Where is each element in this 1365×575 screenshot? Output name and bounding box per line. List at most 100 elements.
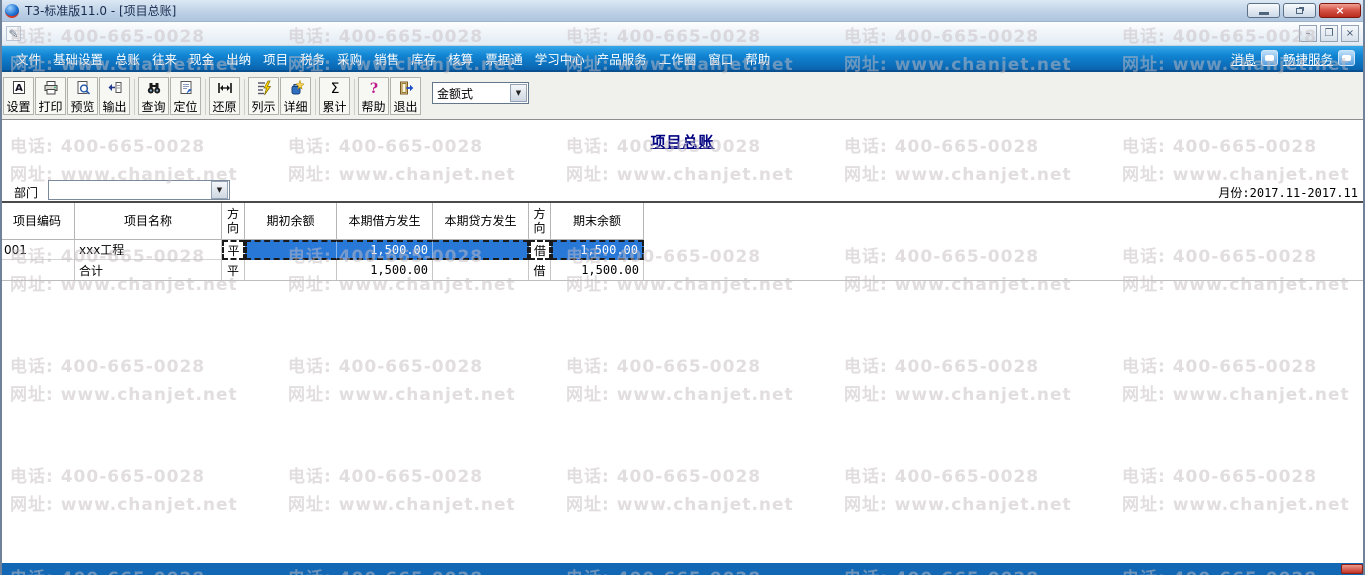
cell-dir1[interactable]: 平 [222,260,245,280]
mdi-restore-icon: ❐ [1324,27,1334,39]
settings-button[interactable]: A 设置 [3,77,34,115]
svg-text:?: ? [369,81,377,96]
service-icon[interactable] [1338,50,1355,66]
menu-item-出纳[interactable]: 出纳 [220,46,257,70]
department-value [49,181,211,199]
restore-button[interactable] [1283,3,1316,18]
bottom-strip [0,563,1365,575]
toolbar-separator [312,77,319,119]
help-button[interactable]: ? 帮助 [358,77,389,115]
column-header-credit: 本期贷方发生 [433,203,529,240]
menu-link-消息[interactable]: 消息 [1231,49,1256,68]
column-header-dir2: 方向 [529,203,551,240]
toolbar: A 设置 打印 预览 输出 查询 定位 还原 列示 详细 Σ 累计 ? 帮助 退出 金额式 ▼ [0,72,1365,120]
menu-item-帮助[interactable]: 帮助 [739,46,776,70]
toolbar-button-label: 累计 [322,100,347,114]
close-button[interactable]: × [1319,3,1361,18]
chevron-down-icon[interactable]: ▼ [510,84,527,102]
search-button[interactable]: 查询 [138,77,169,115]
view-style-select[interactable]: 金额式 ▼ [432,82,529,104]
column-header-dir1: 方向 [222,203,245,240]
column-header-name: 项目名称 [75,203,222,240]
mdi-minimize-button[interactable]: – [1299,25,1317,42]
cell-credit[interactable] [433,240,529,260]
menu-item-往来[interactable]: 往来 [146,46,183,70]
message-icon[interactable] [1260,50,1278,66]
page-title: 项目总账 [650,133,715,151]
mdi-close-button[interactable]: × [1341,25,1359,42]
exit-button[interactable]: 退出 [390,77,421,115]
menu-item-基础设置[interactable]: 基础设置 [47,46,109,70]
locate-button[interactable]: 定位 [170,77,201,115]
toolbar-button-label: 查询 [141,100,166,114]
detail-icon [288,79,305,100]
table-row[interactable]: 合计平 1,500.00 借 1,500.00 [0,260,644,280]
cell-begin[interactable] [245,260,337,280]
cell-code[interactable]: 001 [0,240,75,260]
close-icon: × [1335,4,1345,17]
menu-item-学习中心[interactable]: 学习中心 [529,46,591,70]
chevron-down-icon[interactable]: ▼ [211,181,228,199]
menu-item-项目[interactable]: 项目 [257,46,294,70]
menu-item-票据通[interactable]: 票据通 [479,46,529,70]
menu-item-窗口[interactable]: 窗口 [702,46,739,70]
print-icon [43,80,59,100]
cell-debit[interactable]: 1,500.00 [337,260,433,280]
column-header-code: 项目编码 [0,203,75,240]
search-icon [146,80,162,100]
department-select[interactable]: ▼ [48,180,230,200]
cell-credit[interactable] [433,260,529,280]
table-bottom-border [0,280,1365,281]
cell-dir2[interactable]: 借 [529,240,551,260]
menu-item-销售[interactable]: 销售 [368,46,405,70]
mdi-minimize-icon: – [1305,27,1311,39]
menu-item-库存[interactable]: 库存 [405,46,442,70]
minimize-button[interactable] [1247,3,1280,18]
mdi-document-icon: ✎ [6,26,21,41]
strip-close-button[interactable] [1341,564,1363,574]
list-button[interactable]: 列示 [248,77,279,115]
cell-name[interactable]: 合计 [75,260,222,280]
cell-debit[interactable]: 1,500.00 [337,240,433,260]
toolbar-button-label: 定位 [173,100,198,114]
menu-item-现金[interactable]: 现金 [183,46,220,70]
window-left-border [0,0,2,575]
menu-item-总账[interactable]: 总账 [109,46,146,70]
preview-button[interactable]: 预览 [67,77,98,115]
toolbar-button-label: 预览 [70,100,95,114]
settings-icon: A [11,80,27,100]
menu-link-畅捷服务[interactable]: 畅捷服务 [1283,49,1333,68]
menu-right-links: 消息 畅捷服务 [1231,49,1365,68]
cell-end[interactable]: 1,500.00 [551,240,644,260]
exit-icon [398,80,414,100]
restore-button[interactable]: 还原 [209,77,240,115]
toolbar-separator [131,77,138,119]
menu-item-采购[interactable]: 采购 [331,46,368,70]
view-style-value: 金额式 [437,86,474,101]
mdi-restore-button[interactable]: ❐ [1320,25,1338,42]
export-button[interactable]: 输出 [99,77,130,115]
toolbar-button-label: 还原 [212,100,237,114]
table-row-selected[interactable]: 001 xxx工程平 1,500.00 借 1,500.00 [0,240,644,260]
menu-item-文件[interactable]: 文件 [10,46,47,70]
cell-dir2[interactable]: 借 [529,260,551,280]
app-logo-icon [5,3,19,18]
cell-code[interactable] [0,260,75,280]
cell-dir1[interactable]: 平 [222,240,245,260]
menu-item-税务[interactable]: 税务 [294,46,331,70]
sum-button[interactable]: Σ 累计 [319,77,350,115]
toolbar-button-label: 详细 [283,100,308,114]
month-range-label: 月份:2017.11-2017.11 [1218,186,1358,200]
detail-button[interactable]: 详细 [280,77,311,115]
svg-text:A: A [15,83,23,94]
cell-name[interactable]: xxx工程 [75,240,222,260]
export-icon [107,80,123,100]
mdi-window-controls: – ❐ × [1299,25,1359,42]
menu-item-产品服务[interactable]: 产品服务 [591,46,653,70]
print-button[interactable]: 打印 [35,77,66,115]
menu-item-工作圈[interactable]: 工作圈 [653,46,703,70]
svg-text:Σ: Σ [330,81,339,96]
cell-end[interactable]: 1,500.00 [551,260,644,280]
cell-begin[interactable] [245,240,337,260]
menu-item-核算[interactable]: 核算 [442,46,479,70]
